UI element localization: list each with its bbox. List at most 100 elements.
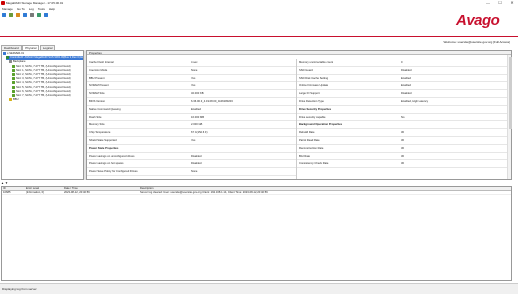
battery-icon — [9, 98, 12, 102]
property-name: SSD Disk Cache Setting — [299, 76, 329, 80]
export-icon[interactable] — [37, 13, 41, 17]
drive-icon — [12, 94, 15, 97]
property-value: Yes — [191, 138, 196, 142]
menu-log[interactable]: Log — [29, 7, 34, 11]
property-section-header: Power State Properties — [89, 146, 119, 150]
property-value: 30 — [401, 162, 404, 166]
property-row: Drive Detection Type Enabled, High Latenc… — [297, 98, 507, 106]
refresh-icon[interactable] — [2, 13, 6, 17]
property-name: Coercion Mode — [89, 68, 108, 72]
property-value: 0 — [401, 61, 403, 64]
properties-left-column: Cache Flush Interval 4 sec Coercion Mode No… — [87, 59, 296, 176]
menu-tools[interactable]: Tools — [38, 7, 45, 11]
drive-icon — [12, 73, 15, 76]
event-log-table: ID Error Level Date / Time Description 1… — [1, 186, 512, 281]
properties-header: Properties — [87, 51, 511, 55]
tree-node-label: Controller0: AVAGO MegaRAID SAS 9361-8i(… — [10, 56, 83, 60]
property-row: Power State Properties — [87, 145, 296, 153]
property-row: Drive security capable No — [297, 114, 507, 122]
menu-manage[interactable]: Manage — [2, 7, 13, 11]
property-row: SSD Disk Cache Setting Enabled — [297, 75, 507, 83]
property-value: 30 — [401, 131, 404, 135]
collapse-up-icon[interactable]: ▲ — [1, 181, 4, 185]
property-row: Memory uncorrectable count 0 — [297, 59, 507, 67]
property-value: Yes — [191, 76, 196, 80]
tree-node-label: Slot: 2, SATA, 7.277 TB, (Unconfigured G… — [16, 73, 71, 77]
property-name: Patrol Read Rate — [299, 138, 320, 142]
tree-node-label: Slot: 0, SATA, 7.277 TB, (Unconfigured G… — [16, 64, 71, 68]
property-name: BBU Present — [89, 76, 105, 80]
property-row: SSD Guard Disabled — [297, 67, 507, 75]
log-splitter[interactable]: ▲ ▼ — [1, 181, 512, 185]
property-name: BGI Rate — [299, 154, 311, 158]
property-row: Native Command Queuing Enabled — [87, 106, 296, 114]
status-bar: Displaying log from server — [0, 283, 518, 294]
property-value: Disabled — [191, 162, 202, 166]
property-row: BGI Rate 30 — [297, 153, 507, 161]
properties-scrollbar[interactable] — [507, 55, 512, 179]
tab-logical[interactable]: Logical — [39, 44, 56, 50]
menu-go-to[interactable]: Go To — [17, 7, 25, 11]
drive-icon — [12, 85, 15, 89]
property-name: Memory Size — [89, 123, 105, 127]
property-value: 32.000 KB — [191, 92, 204, 96]
property-value: Enabled, High Latency — [401, 99, 429, 103]
properties-right-column: Memory uncorrectable count 0 SSD Guard Disa… — [297, 59, 507, 169]
property-value: 30 — [401, 138, 404, 142]
controller-icon — [6, 56, 9, 60]
property-value: Enabled — [401, 76, 411, 80]
server-icon — [3, 52, 6, 55]
property-row: Power Save Policy for Configured Drives N… — [87, 168, 296, 176]
tree-node-label: BBU — [13, 98, 19, 102]
add-icon[interactable] — [16, 13, 20, 17]
tree-node-label: Slot: 4, SATA, 7.277 TB, (Unconfigured G… — [16, 81, 71, 85]
collapse-down-icon[interactable]: ▼ — [5, 181, 8, 185]
tree-node[interactable]: BBU — [9, 98, 83, 102]
app-icon — [1, 1, 5, 5]
property-value: No — [401, 115, 405, 119]
property-row: Memory Size 2.000 GB — [87, 121, 296, 130]
property-row: Cache Flush Interval 4 sec — [87, 59, 296, 67]
toolbar — [0, 11, 518, 19]
property-row: Coercion Mode None — [87, 67, 296, 75]
info-icon[interactable] — [44, 13, 48, 17]
settings-icon[interactable] — [23, 13, 27, 17]
property-section-header: Background Operation Properties — [299, 123, 343, 127]
brand-logo: Avago — [456, 12, 500, 29]
log-row[interactable]: 10685 [Information, 0] 2023-08-12, 20:40… — [2, 191, 511, 195]
property-row: NVRAM Present Yes — [87, 82, 296, 91]
property-name: Flash Size — [89, 115, 102, 119]
property-name: Rebuild Rate — [299, 131, 315, 135]
property-name: Drive Detection Type — [299, 99, 324, 103]
property-value: 67 C(152.6 F) — [191, 131, 208, 135]
menu-help[interactable]: Help — [49, 7, 55, 11]
backplane-icon — [9, 60, 12, 64]
window-title: MegaRAID Storage Manager - 17.05.00.01 — [6, 1, 64, 5]
property-value: 2.000 GB — [191, 123, 203, 127]
property-name: Online Firmware Update — [299, 84, 329, 88]
property-name: SSD Guard — [299, 68, 313, 72]
device-tree: x-SERVER-01 Controller0: AVAGO MegaRAID S… — [1, 50, 84, 180]
tree-node-label: Slot: 1, SATA, 7.277 TB, (Unconfigured G… — [16, 69, 71, 73]
property-name: Reconstruction Rate — [299, 146, 324, 150]
property-value: Yes — [191, 84, 196, 88]
tab-dashboard[interactable]: Dashboard — [1, 44, 22, 50]
back-icon[interactable] — [9, 13, 13, 17]
properties-scrollbar-thumb[interactable] — [508, 57, 512, 129]
property-row: Background Operation Properties — [297, 121, 507, 130]
tab-physical[interactable]: Physical — [22, 44, 40, 50]
property-row: NVRAM Size 32.000 KB — [87, 90, 296, 98]
log-cell-description: Server log cleared: User: usersite@users… — [140, 191, 268, 194]
property-row: Reconstruction Rate 30 — [297, 145, 507, 153]
property-value: Enabled — [191, 107, 201, 111]
property-name: Cache Flush Interval — [89, 61, 114, 64]
drive-icon — [12, 68, 15, 72]
drive-icon — [12, 77, 15, 81]
monitor-icon[interactable] — [30, 13, 34, 17]
property-row: BBU Present Yes — [87, 75, 296, 83]
property-row: Patrol Read Rate 30 — [297, 137, 507, 145]
property-row: Power savings on hot spares Disabled — [87, 160, 296, 169]
property-name: BIOS Version — [89, 99, 106, 103]
tree-node-label: Slot: 7, SATA, 7.277 TB, (Unconfigured G… — [16, 94, 71, 98]
property-name: NVRAM Present — [89, 84, 109, 88]
